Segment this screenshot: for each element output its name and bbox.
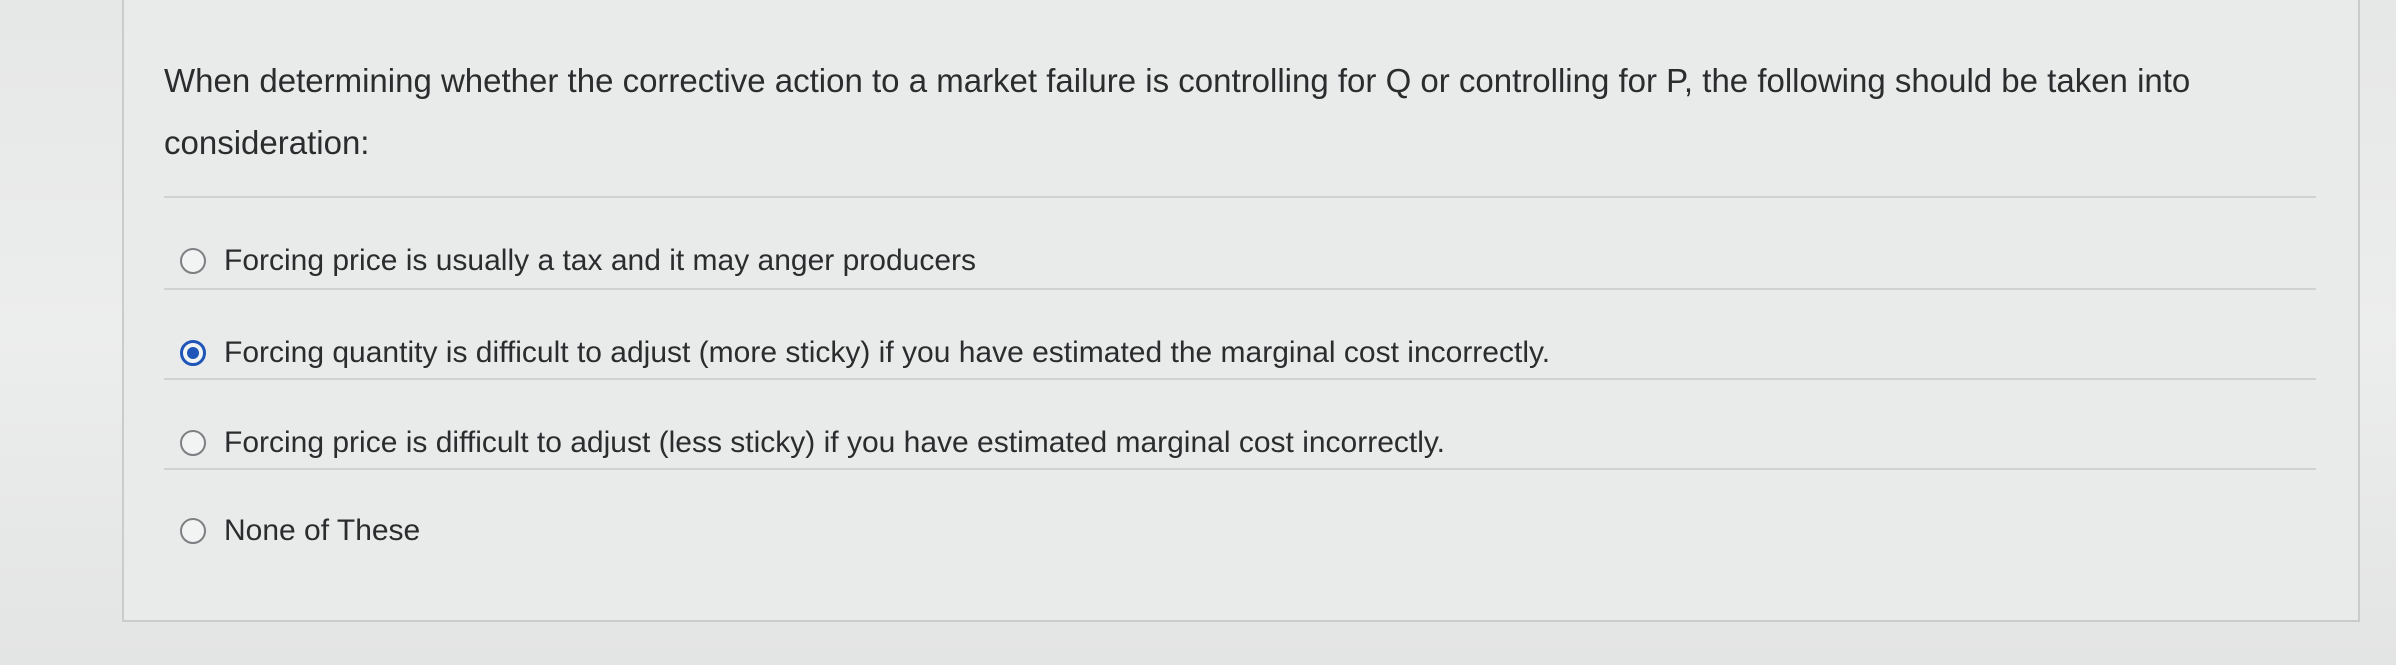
radio-button-unselected[interactable] bbox=[180, 248, 206, 274]
option-label: Forcing price is difficult to adjust (le… bbox=[224, 426, 1446, 459]
option-4[interactable]: None of These bbox=[180, 508, 420, 554]
divider bbox=[164, 196, 2316, 198]
radio-button-unselected[interactable] bbox=[180, 430, 206, 456]
divider bbox=[164, 378, 2316, 380]
radio-button-selected[interactable] bbox=[180, 340, 206, 366]
question-text: When determining whether the corrective … bbox=[164, 62, 2191, 161]
option-label: None of These bbox=[224, 514, 421, 547]
divider bbox=[164, 288, 2316, 290]
option-1[interactable]: Forcing price is usually a tax and it ma… bbox=[180, 238, 976, 284]
question-card: When determining whether the corrective … bbox=[122, 0, 2360, 622]
option-2[interactable]: Forcing quantity is difficult to adjust … bbox=[180, 330, 1550, 376]
option-label: Forcing price is usually a tax and it ma… bbox=[224, 244, 977, 277]
radio-button-unselected[interactable] bbox=[180, 518, 206, 544]
page: When determining whether the corrective … bbox=[0, 0, 2396, 665]
option-3[interactable]: Forcing price is difficult to adjust (le… bbox=[180, 420, 1445, 466]
option-label: Forcing quantity is difficult to adjust … bbox=[224, 336, 1551, 369]
divider bbox=[164, 468, 2316, 470]
